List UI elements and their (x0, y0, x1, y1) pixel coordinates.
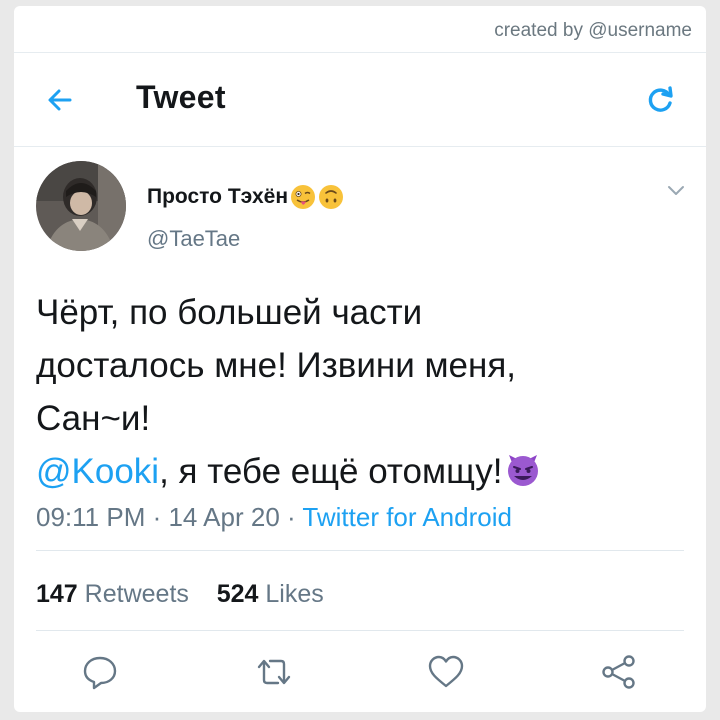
credit-text: created by @username (494, 20, 692, 41)
tweet-text-line: , я тебе ещё отомщу! (159, 452, 503, 491)
tweet-client-link[interactable]: Twitter for Android (302, 502, 512, 532)
tweet-card: created by @username Tweet Просто Тэхён (14, 6, 706, 712)
retweets-stat[interactable]: 147 Retweets (36, 580, 189, 608)
divider (36, 550, 684, 551)
action-bar (14, 652, 706, 696)
separator: · (279, 502, 303, 532)
smiling-devil-emoji (507, 455, 538, 486)
tweet-text-line: Чёрт, по большей части (36, 293, 423, 332)
likes-stat[interactable]: 524 Likes (217, 580, 324, 608)
retweets-count: 147 (36, 580, 78, 608)
user-handle[interactable]: @TaeTae (147, 226, 240, 252)
tweet-time: 09:11 PM (36, 502, 146, 532)
divider (14, 52, 706, 53)
winking-tongue-emoji (291, 185, 316, 209)
likes-count: 524 (216, 580, 259, 608)
share-icon[interactable] (599, 652, 639, 692)
retweet-icon[interactable] (254, 652, 294, 692)
chevron-down-icon[interactable] (664, 178, 688, 202)
divider (36, 630, 684, 631)
separator: · (145, 502, 169, 532)
tweet-text: Чёрт, по большей части досталось мне! Из… (36, 286, 676, 498)
display-name-text: Просто Тэхён (147, 185, 289, 208)
page-title: Tweet (136, 79, 226, 115)
refresh-icon[interactable] (644, 84, 676, 116)
tweet-text-line: досталось мне! Извини меня, (36, 346, 517, 385)
retweets-label: Retweets (84, 580, 189, 608)
display-name[interactable]: Просто Тэхён (147, 184, 344, 210)
header: Tweet (14, 54, 706, 146)
tweet-text-line: Сан~и! (36, 399, 151, 438)
back-arrow-icon[interactable] (44, 84, 76, 116)
tweet-date: 14 Apr 20 (168, 502, 280, 532)
reply-icon[interactable] (80, 652, 120, 692)
likes-label: Likes (265, 580, 324, 608)
divider (14, 146, 706, 147)
like-icon[interactable] (426, 652, 466, 692)
tweet-stats: 147 Retweets 524 Likes (36, 580, 324, 609)
avatar[interactable] (36, 161, 126, 251)
tweet-meta: 09:11 PM · 14 Apr 20 · Twitter for Andro… (36, 502, 512, 533)
upside-down-face-emoji (319, 185, 344, 209)
mention-link[interactable]: @Kooki (36, 452, 159, 491)
